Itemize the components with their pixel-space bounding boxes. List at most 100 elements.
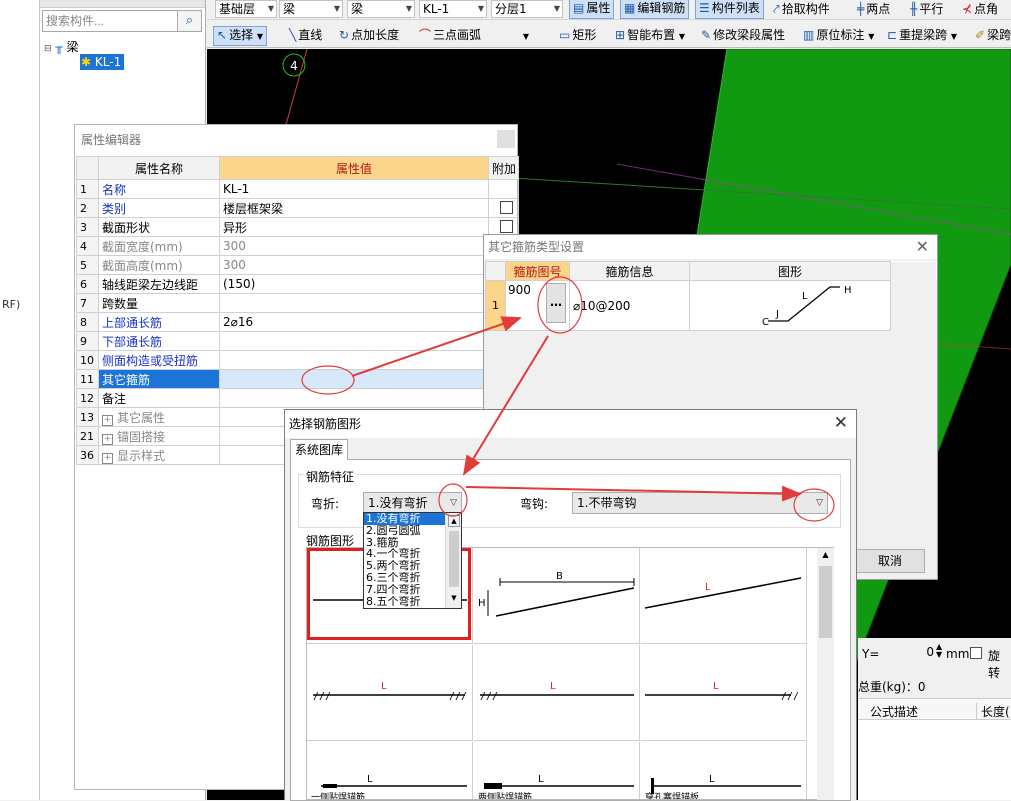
shape-cell-plug-welded-plate[interactable]: L 穿孔塞焊锚板 <box>641 742 807 800</box>
hook-select[interactable]: 1.不带弯钩 ▽ <box>572 492 828 514</box>
row-number: 11 <box>76 369 99 389</box>
tree-item-kl-1[interactable]: ✱ KL-1 <box>80 54 125 70</box>
close-icon[interactable]: ✕ <box>834 413 848 433</box>
re-extract-span-button[interactable]: ⊏ 重提梁跨 ▼ <box>887 26 957 46</box>
in-situ-label-button[interactable]: ▥ 原位标注 ▼ <box>803 26 874 46</box>
expand-icon[interactable]: + <box>102 452 113 464</box>
property-value[interactable] <box>219 369 489 389</box>
shape-length-label: L <box>538 774 544 785</box>
tab-system-library[interactable]: 系统图库 <box>290 439 349 460</box>
rotate-checkbox[interactable] <box>970 647 982 659</box>
shape-label-j: J <box>775 309 779 320</box>
bar-end-mark-shape: /// L <box>645 681 799 702</box>
property-row[interactable]: 3 截面形状 异形 <box>76 217 519 237</box>
component-list-button[interactable]: ☰ 构件列表 <box>695 0 764 19</box>
rectangle-button[interactable]: ▭ 矩形 <box>559 26 596 46</box>
property-value[interactable]: 楼层框架梁 <box>219 198 489 218</box>
row-number: 36 <box>76 445 99 465</box>
stirrup-code-cell[interactable]: 900 … <box>505 280 570 331</box>
component-search-box[interactable]: ⌕ <box>42 10 202 32</box>
chevron-down-icon: ▼ <box>333 4 340 13</box>
category-select[interactable]: 梁 ▼ <box>279 0 343 18</box>
expand-icon[interactable]: + <box>102 414 113 426</box>
property-value[interactable] <box>219 293 489 313</box>
property-row[interactable]: 6 轴线距梁左边线距 (150) <box>76 274 519 294</box>
edit-rebar-button[interactable]: ▦ 编辑钢筋 <box>620 0 690 19</box>
expand-icon[interactable]: + <box>102 433 113 445</box>
properties-button[interactable]: ▤ 属性 <box>569 0 615 19</box>
property-row-selected[interactable]: 11 其它箍筋 <box>76 369 519 389</box>
property-row[interactable]: 10 侧面构造或受扭筋 <box>76 350 519 370</box>
arc-point-icon: ↻ <box>339 28 350 42</box>
attach-checkbox[interactable] <box>500 220 513 233</box>
scroll-up-icon[interactable]: ▲ <box>448 515 460 527</box>
property-value[interactable]: (150) <box>219 274 489 294</box>
property-row[interactable]: 1 名称 KL-1 <box>76 179 519 199</box>
property-value[interactable]: 300 <box>219 236 489 256</box>
shape-cell-right-end-marked[interactable]: /// L <box>641 645 807 741</box>
property-row[interactable]: 7 跨数量 <box>76 293 519 313</box>
two-points-button[interactable]: ╪ 两点 <box>857 0 890 20</box>
shape-cell-two-side-welded[interactable]: L 两侧贴焊锚筋 <box>474 742 640 799</box>
spinner-icon[interactable]: ▲ ▼ <box>936 643 942 659</box>
three-point-arc-button[interactable]: ⌒ 三点画弧 ▼ <box>419 26 529 46</box>
y-value-input[interactable]: 0 <box>904 645 934 659</box>
scroll-down-icon[interactable]: ▼ <box>448 593 460 605</box>
component-select[interactable]: KL-1 ▼ <box>419 0 487 18</box>
shape-cell-left-end-marked[interactable]: /// L <box>474 645 640 741</box>
property-value[interactable] <box>219 388 489 408</box>
shape-cell-one-side-welded[interactable]: L 一侧贴焊锚筋 <box>307 742 473 800</box>
property-row[interactable]: 12 备注 <box>76 388 519 408</box>
bar-end-mark-shape: /// L <box>480 681 634 702</box>
dropdown-scrollbar[interactable]: ▲ ▼ <box>445 513 461 608</box>
browse-shape-button[interactable]: … <box>546 283 566 323</box>
scroll-up-icon[interactable]: ▲ <box>817 548 834 562</box>
property-value[interactable]: 300 <box>219 255 489 275</box>
bend-select[interactable]: 1.没有弯折 ▽ <box>363 492 462 514</box>
property-value[interactable]: 2⌀16 <box>219 312 489 332</box>
property-row[interactable]: 2 类别 楼层框架梁 <box>76 198 519 218</box>
shape-cell-sloped[interactable]: L <box>641 548 807 644</box>
stirrup-info[interactable]: ⌀10@200 <box>569 280 690 331</box>
scroll-thumb[interactable] <box>819 566 832 638</box>
shape-caption: 一侧贴焊锚筋 <box>311 791 365 800</box>
shape-cell-both-ends-marked[interactable]: /// /// L <box>307 645 473 741</box>
select-button[interactable]: ↖ 选择 ▼ <box>213 26 268 46</box>
type-select[interactable]: 梁 ▼ <box>347 0 415 18</box>
property-row[interactable]: 8 上部通长筋 2⌀16 <box>76 312 519 332</box>
beam-span-button[interactable]: ✐ 梁跨 <box>975 26 1011 46</box>
attach-checkbox[interactable] <box>500 201 513 214</box>
property-row[interactable]: 5 截面高度(mm) 300 <box>76 255 519 275</box>
point-add-length-button[interactable]: ↻ 点加长度 <box>339 26 399 46</box>
scroll-thumb[interactable] <box>449 531 459 587</box>
point-angle-button[interactable]: ⊀ 点角 <box>962 0 998 20</box>
close-icon[interactable]: ✕ <box>916 237 929 256</box>
pick-component-button[interactable]: ⤤ 拾取构件 <box>773 0 830 20</box>
close-icon[interactable] <box>497 130 515 148</box>
row-number: 13 <box>76 407 99 427</box>
shape-grid-scrollbar[interactable]: ▲ <box>817 548 834 800</box>
shape-caption: 穿孔塞焊锚板 <box>645 791 699 800</box>
tree-root-item[interactable]: ⊟ ╥ 梁 <box>44 38 78 55</box>
property-value[interactable] <box>219 331 489 351</box>
property-extra <box>488 179 519 199</box>
property-row[interactable]: 9 下部通长筋 <box>76 331 519 351</box>
property-value[interactable]: 异形 <box>219 217 489 237</box>
property-row[interactable]: 4 截面宽度(mm) 300 <box>76 236 519 256</box>
search-icon[interactable]: ⌕ <box>177 11 201 31</box>
property-value[interactable]: KL-1 <box>219 179 489 199</box>
line-button[interactable]: ╲ 直线 <box>289 26 322 46</box>
layer-select[interactable]: 分层1 ▼ <box>491 0 563 18</box>
floor-select[interactable]: 基础层 ▼ <box>215 0 277 18</box>
stirrup-row[interactable]: 1 900 … ⌀10@200 C J L H <box>485 280 937 331</box>
point-add-length-label: 点加长度 <box>351 28 400 42</box>
bend-dropdown-list[interactable]: 1.没有弯折 2.圆弓圆弧 3.箍筋 4.一个弯折 5.两个弯折 6.三个弯折 … <box>363 512 462 609</box>
parallel-button[interactable]: ╫ 平行 <box>910 0 943 20</box>
smart-layout-button[interactable]: ⊞ 智能布置 ▼ <box>615 26 685 46</box>
property-value[interactable] <box>219 350 489 370</box>
collapse-icon[interactable]: ⊟ <box>44 44 52 54</box>
cancel-button[interactable]: 取消 <box>855 549 925 573</box>
modify-segment-button[interactable]: ✎ 修改梁段属性 <box>701 26 785 46</box>
component-search-input[interactable] <box>43 11 177 31</box>
shape-cell-sloped-dimensioned[interactable]: B H <box>474 548 640 644</box>
